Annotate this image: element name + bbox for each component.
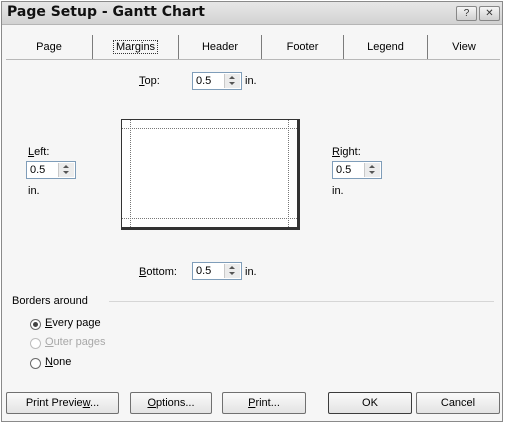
left-margin-label: Left: bbox=[28, 146, 50, 158]
dialog-title: Page Setup - Gantt Chart bbox=[7, 4, 205, 20]
tab-divider bbox=[6, 59, 500, 60]
tab-footer[interactable]: Footer bbox=[262, 35, 344, 59]
spin-down-icon bbox=[229, 82, 235, 85]
tab-view-label: View bbox=[452, 41, 476, 53]
tab-header[interactable]: Header bbox=[179, 35, 262, 59]
tab-footer-label: Footer bbox=[286, 41, 319, 53]
outer-pages-label[interactable]: Outer pages bbox=[45, 336, 106, 348]
bottom-margin-spin-arrows[interactable] bbox=[224, 264, 240, 278]
bottom-margin-label: Bottom: bbox=[139, 266, 177, 278]
cancel-button[interactable]: Cancel bbox=[416, 392, 500, 414]
top-margin-label: Top: bbox=[139, 75, 160, 87]
print-button[interactable]: Print... bbox=[222, 392, 306, 414]
title-bar: Page Setup - Gantt Chart ? ✕ bbox=[2, 2, 502, 25]
preview-guide-top bbox=[122, 128, 297, 129]
spin-down-icon bbox=[369, 171, 375, 174]
tab-margins-label: Margins bbox=[112, 40, 159, 54]
left-margin-value: 0.5 bbox=[30, 164, 46, 176]
spin-down-icon bbox=[229, 272, 235, 275]
options-button[interactable]: Options... bbox=[130, 392, 212, 414]
tab-legend-label: Legend bbox=[367, 41, 404, 53]
right-margin-value: 0.5 bbox=[336, 164, 352, 176]
bottom-margin-value: 0.5 bbox=[196, 265, 212, 277]
right-margin-label: Right: bbox=[332, 146, 361, 158]
borders-group-label: Borders around bbox=[12, 295, 88, 307]
spin-up-icon bbox=[229, 76, 235, 79]
every-page-label[interactable]: Every page bbox=[45, 317, 101, 329]
print-preview-button[interactable]: Print Preview... bbox=[6, 392, 119, 414]
close-icon: ✕ bbox=[485, 8, 494, 19]
spin-up-icon bbox=[63, 165, 69, 168]
tab-legend[interactable]: Legend bbox=[344, 35, 428, 59]
radio-every-page[interactable] bbox=[30, 319, 41, 330]
borders-group-divider bbox=[109, 301, 494, 302]
top-margin-unit: in. bbox=[245, 75, 257, 87]
help-button[interactable]: ? bbox=[456, 6, 477, 21]
right-margin-unit: in. bbox=[332, 185, 344, 197]
spin-down-icon bbox=[63, 171, 69, 174]
preview-guide-left bbox=[130, 120, 131, 227]
spin-up-icon bbox=[229, 266, 235, 269]
preview-guide-bottom bbox=[122, 218, 297, 219]
left-margin-spinner[interactable]: 0.5 bbox=[26, 161, 76, 179]
help-icon: ? bbox=[463, 8, 470, 19]
tab-header-label: Header bbox=[201, 41, 239, 53]
top-margin-value: 0.5 bbox=[196, 75, 212, 87]
left-margin-unit: in. bbox=[28, 185, 40, 197]
top-margin-spin-arrows[interactable] bbox=[224, 74, 240, 88]
page-preview bbox=[121, 119, 300, 230]
spin-up-icon bbox=[369, 165, 375, 168]
right-margin-spin-arrows[interactable] bbox=[364, 163, 380, 177]
radio-outer-pages[interactable] bbox=[30, 338, 41, 349]
preview-guide-right bbox=[288, 120, 289, 227]
ok-button[interactable]: OK bbox=[328, 392, 412, 414]
close-button[interactable]: ✕ bbox=[479, 6, 500, 21]
tab-strip: Page Margins Header Footer Legend View bbox=[6, 35, 500, 59]
right-margin-spinner[interactable]: 0.5 bbox=[332, 161, 382, 179]
radio-none[interactable] bbox=[30, 358, 41, 369]
page-setup-dialog: Page Setup - Gantt Chart ? ✕ Page Margin… bbox=[1, 1, 503, 422]
none-label[interactable]: None bbox=[45, 356, 71, 368]
top-margin-spinner[interactable]: 0.5 bbox=[192, 72, 242, 90]
bottom-margin-unit: in. bbox=[245, 266, 257, 278]
tab-page-label: Page bbox=[36, 41, 62, 53]
tab-view[interactable]: View bbox=[428, 35, 500, 59]
bottom-margin-spinner[interactable]: 0.5 bbox=[192, 262, 242, 280]
tab-page[interactable]: Page bbox=[6, 35, 93, 59]
left-margin-spin-arrows[interactable] bbox=[58, 163, 74, 177]
tab-margins[interactable]: Margins bbox=[93, 35, 179, 59]
